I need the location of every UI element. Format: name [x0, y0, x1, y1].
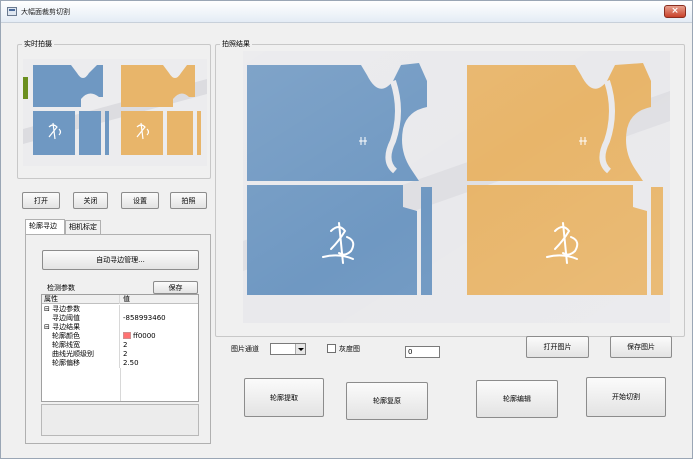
category-name: ⊟ 寻边结果: [42, 323, 120, 332]
property-name: 轮廓偏移: [42, 359, 120, 368]
property-value[interactable]: -858993460: [120, 314, 198, 323]
property-row[interactable]: 轮廓颜色 ff0000: [42, 332, 198, 341]
detect-params-label: 检测参数: [47, 284, 75, 292]
category-value: [120, 323, 198, 332]
live-capture-legend: 实时拍摄: [24, 40, 52, 48]
property-name: 曲线光顺级别: [42, 350, 120, 359]
save-params-button[interactable]: 保存: [153, 281, 198, 294]
property-row[interactable]: 轮廓线宽 2: [42, 341, 198, 350]
column-divider: [120, 368, 121, 401]
header-property: 属性: [42, 295, 120, 304]
property-row[interactable]: 曲线光顺级别 2: [42, 350, 198, 359]
window-close-button[interactable]: ×: [664, 5, 686, 18]
property-row[interactable]: 轮廓偏移 2.50: [42, 359, 198, 368]
property-name: 轮廓线宽: [42, 341, 120, 350]
grayscale-label: 灰度图: [339, 345, 360, 353]
open-camera-button[interactable]: 打开: [22, 192, 60, 209]
tab-contour-seek[interactable]: 轮廓寻边: [25, 219, 65, 234]
fabric-layout-image: [243, 51, 670, 323]
collapse-icon[interactable]: ⊟: [44, 323, 50, 331]
window-title: 大幅面裁剪切割: [21, 8, 70, 16]
header-value: 值: [123, 295, 130, 303]
category-name: ⊟ 寻边参数: [42, 305, 120, 314]
tab-camera-calibration[interactable]: 相机标定: [65, 220, 101, 234]
capture-result-image: [243, 51, 670, 323]
category-row[interactable]: ⊟ 寻边结果: [42, 323, 198, 332]
contour-restore-button[interactable]: 轮廓复原: [346, 382, 428, 420]
app-icon: [7, 7, 17, 16]
auto-seek-manage-button[interactable]: 自动寻边管理...: [42, 250, 199, 270]
title-bar: 大幅面裁剪切割 ×: [1, 1, 692, 23]
capture-result-legend: 拍照结果: [222, 40, 250, 48]
save-image-button[interactable]: 保存图片: [610, 336, 672, 358]
category-value: [120, 305, 198, 314]
image-channel-select[interactable]: [270, 343, 306, 355]
start-cut-button[interactable]: 开始切割: [586, 377, 666, 417]
property-row[interactable]: 寻边阈值 -858993460: [42, 314, 198, 323]
property-description-box: [41, 404, 199, 436]
contour-extract-button[interactable]: 轮廓提取: [244, 378, 324, 417]
category-row[interactable]: ⊟ 寻边参数: [42, 305, 198, 314]
property-value[interactable]: ff0000: [120, 332, 198, 341]
property-value[interactable]: 2: [120, 341, 198, 350]
property-value[interactable]: 2: [120, 350, 198, 359]
live-preview-image: [23, 59, 207, 166]
number-input[interactable]: 0: [405, 346, 440, 358]
contour-edit-button[interactable]: 轮廓编辑: [476, 380, 558, 418]
property-name: 轮廓颜色: [42, 332, 120, 341]
live-preview: [23, 59, 207, 166]
grayscale-checkbox[interactable]: [327, 344, 336, 353]
close-camera-button[interactable]: 关闭: [73, 192, 108, 209]
collapse-icon[interactable]: ⊟: [44, 305, 50, 313]
image-channel-label: 图片通道: [231, 345, 259, 353]
open-image-button[interactable]: 打开图片: [526, 336, 589, 358]
property-grid[interactable]: 属性 值 ⊟ 寻边参数 寻边阈值 -858993460 ⊟ 寻边结果 轮廓颜色 …: [41, 294, 199, 402]
property-grid-header: 属性 值: [42, 295, 198, 304]
color-swatch-icon: [123, 332, 131, 339]
main-window: 大幅面裁剪切割 × 实时拍摄 打开 关闭 设置 拍照 轮廓寻边 相机标定 自动寻…: [0, 0, 693, 459]
property-value[interactable]: 2.50: [120, 359, 198, 368]
capture-button[interactable]: 拍照: [170, 192, 207, 209]
settings-button[interactable]: 设置: [121, 192, 159, 209]
chevron-down-icon[interactable]: [295, 344, 305, 354]
property-name: 寻边阈值: [42, 314, 120, 323]
